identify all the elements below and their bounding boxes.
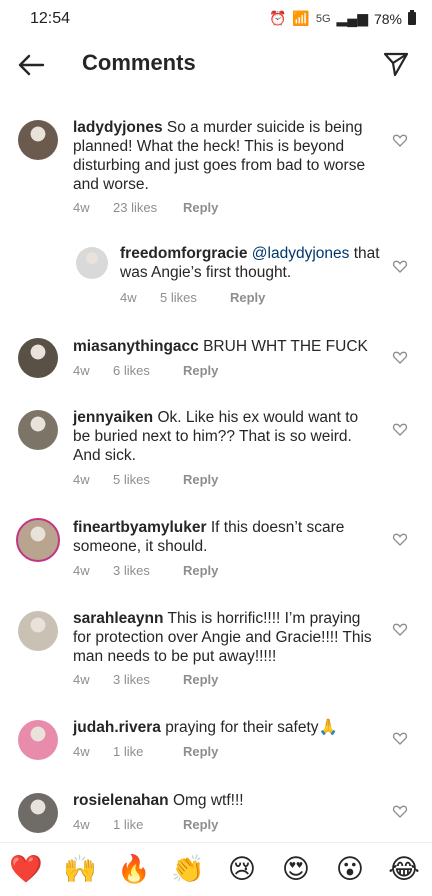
comment-time: 4w (73, 363, 90, 378)
comment-likes[interactable]: 23 likes (113, 200, 183, 215)
raising-hands-emoji[interactable]: 🙌 (60, 849, 100, 889)
reply-button[interactable]: Reply (183, 744, 218, 759)
heart-icon[interactable] (392, 349, 408, 365)
avatar[interactable] (18, 720, 58, 760)
comment-body: judah.rivera praying for their safety🙏 (73, 718, 378, 737)
comment-body: ladydyjones So a murder suicide is being… (73, 118, 378, 194)
comment-body: freedomforgracie @ladydyjones that was A… (120, 244, 382, 282)
clapping-hands-emoji[interactable]: 👏 (168, 849, 208, 889)
comment-mention[interactable]: @ladydyjones (252, 245, 350, 262)
status-time: 12:54 (30, 10, 71, 27)
avatar[interactable] (18, 793, 58, 833)
heart-icon[interactable] (392, 531, 408, 547)
comment-username[interactable]: judah.rivera (73, 719, 161, 736)
comment-likes[interactable]: 3 likes (113, 563, 183, 578)
surprised-face-emoji[interactable]: 😮 (330, 849, 370, 889)
heart-icon[interactable] (392, 258, 408, 274)
comment-time: 4w (73, 817, 90, 832)
tears-of-joy-emoji[interactable]: 😂 (384, 849, 424, 889)
comment-body: fineartbyamyluker If this doesn’t scare … (73, 518, 378, 556)
comment-meta: 4w 23 likes Reply (73, 200, 218, 215)
heart-icon[interactable] (392, 803, 408, 819)
battery-label: 78% (373, 10, 402, 27)
comment-body: sarahleaynn This is horrific!!!! I’m pra… (73, 609, 378, 666)
battery-icon (408, 10, 416, 25)
reply-button[interactable]: Reply (183, 563, 218, 578)
comment-likes[interactable]: 1 like (113, 744, 183, 759)
comment-meta: 4w 6 likes Reply (73, 363, 218, 378)
comment-username[interactable]: ladydyjones (73, 119, 163, 136)
heart-icon[interactable] (392, 132, 408, 148)
heart-icon[interactable] (392, 621, 408, 637)
header: Comments (0, 36, 432, 92)
page-title: Comments (82, 50, 196, 75)
comment-likes[interactable]: 3 likes (113, 672, 183, 687)
back-arrow-icon[interactable] (16, 50, 46, 80)
comment-time: 4w (73, 200, 90, 215)
heart-icon[interactable] (392, 421, 408, 437)
emoji-reaction-bar: ❤️ 🙌 🔥 👏 😢 😍 😮 😂 (0, 842, 432, 896)
comment-text: praying for their safety🙏 (165, 719, 338, 736)
comment-username[interactable]: rosielenahan (73, 792, 169, 809)
comment-likes[interactable]: 5 likes (113, 472, 183, 487)
comment-meta: 4w 1 like Reply (73, 817, 218, 832)
reply-button[interactable]: Reply (183, 817, 218, 832)
comment-likes[interactable]: 5 likes (160, 290, 230, 305)
status-icons: ⏰ 📶 5G ▂▄▆ 78% (269, 10, 416, 27)
avatar[interactable] (18, 611, 58, 651)
comment-time: 4w (73, 744, 90, 759)
comment-time: 4w (73, 672, 90, 687)
avatar[interactable] (76, 247, 108, 279)
avatar[interactable] (18, 338, 58, 378)
signal-icon: ▂▄▆ (336, 10, 368, 26)
comment-meta: 4w 3 likes Reply (73, 563, 218, 578)
comment-meta: 4w 3 likes Reply (73, 672, 218, 687)
reply-button[interactable]: Reply (183, 363, 218, 378)
comment-meta: 4w 5 likes Reply (73, 472, 218, 487)
crying-face-emoji[interactable]: 😢 (222, 849, 262, 889)
comment-text: Omg wtf!!! (172, 792, 244, 809)
comment-username[interactable]: fineartbyamyluker (73, 519, 207, 536)
heart-eyes-emoji[interactable]: 😍 (276, 849, 316, 889)
reply-button[interactable]: Reply (183, 672, 218, 687)
wifi-icon: 📶 (292, 10, 310, 26)
send-icon[interactable] (382, 50, 410, 78)
red-heart-emoji[interactable]: ❤️ (6, 849, 46, 889)
comment-username[interactable]: freedomforgracie (120, 245, 247, 262)
reply-button[interactable]: Reply (183, 472, 218, 487)
comment-meta: 4w 5 likes Reply (120, 290, 265, 305)
comment-likes[interactable]: 6 likes (113, 363, 183, 378)
comment-text: BRUH WHT THE FUCK (203, 338, 368, 355)
comment-body: jennyaiken Ok. Like his ex would want to… (73, 408, 378, 465)
fire-emoji[interactable]: 🔥 (114, 849, 154, 889)
comment-time: 4w (120, 290, 137, 305)
comment-body: rosielenahan Omg wtf!!! (73, 791, 378, 810)
comment-username[interactable]: jennyaiken (73, 409, 153, 426)
reply-button[interactable]: Reply (183, 200, 218, 215)
network-label: 5G (315, 12, 331, 25)
comment-username[interactable]: miasanythingacc (73, 338, 199, 355)
comment-likes[interactable]: 1 like (113, 817, 183, 832)
comment-time: 4w (73, 472, 90, 487)
status-bar: 12:54 ⏰ 📶 5G ▂▄▆ 78% (0, 0, 432, 36)
comment-username[interactable]: sarahleaynn (73, 610, 163, 627)
alarm-icon: ⏰ (268, 10, 287, 26)
comment-time: 4w (73, 563, 90, 578)
comment-meta: 4w 1 like Reply (73, 744, 218, 759)
reply-button[interactable]: Reply (230, 290, 265, 305)
avatar[interactable] (18, 410, 58, 450)
avatar[interactable] (18, 120, 58, 160)
comment-body: miasanythingacc BRUH WHT THE FUCK (73, 337, 378, 356)
avatar[interactable] (16, 518, 60, 562)
heart-icon[interactable] (392, 730, 408, 746)
